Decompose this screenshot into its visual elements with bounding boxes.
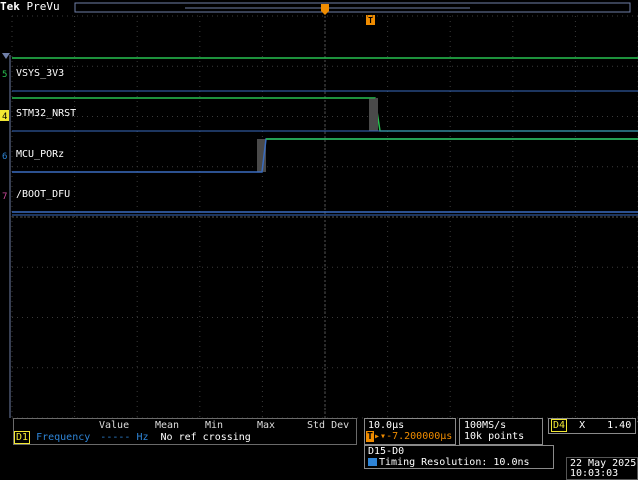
timebase-offset-row: T▸▾-7.200000µs — [366, 431, 452, 442]
trigger-source-badge: D4 — [551, 419, 568, 432]
ch7-marker[interactable]: 7 — [2, 192, 7, 202]
meas-header-max: Max — [257, 420, 276, 431]
waveform-display[interactable]: T 5 4 6 7 — [0, 0, 638, 480]
label-stm32-nrst: STM32_NRST — [16, 108, 77, 119]
bus-timing-row: Timing Resolution: 10.0ns — [368, 457, 530, 468]
label-boot-dfu: /BOOT_DFU — [16, 189, 71, 200]
trigger-slope-icon: X — [579, 420, 586, 431]
trigger-row: D4 X 1.40 V — [551, 419, 638, 432]
label-vsys-3v3: VSYS_3V3 — [16, 68, 65, 79]
trace-mcu-porz[interactable] — [12, 138, 638, 173]
trigger-position-icon[interactable] — [321, 4, 329, 15]
sample-rate: 100MS/s — [464, 420, 507, 431]
graticule — [11, 15, 638, 419]
timebase-offset: -7.200000µs — [386, 431, 453, 442]
meas-dashes: ----- — [100, 432, 131, 443]
meas-unit: Hz — [136, 432, 149, 443]
bus-name: D15-D0 — [368, 446, 405, 457]
record-length: 10k points — [464, 431, 525, 442]
ch6-marker[interactable]: 6 — [2, 152, 7, 162]
nrst-transition-band — [369, 98, 378, 131]
ch5-marker[interactable]: 5 — [2, 70, 7, 80]
meas-source-badge[interactable]: D1 — [14, 431, 31, 444]
label-mcu-porz: MCU_PORz — [16, 149, 65, 160]
position-arrow-icon — [2, 53, 10, 59]
meas-type: Frequency — [36, 432, 91, 443]
meas-header-min: Min — [205, 420, 224, 431]
meas-row[interactable]: D1 Frequency ----- Hz No ref crossing — [14, 431, 251, 444]
time: 10:03:03 — [570, 468, 619, 479]
bus-timing: Timing Resolution: 10.0ns — [379, 457, 530, 468]
ch4-marker[interactable]: 4 — [2, 112, 7, 122]
meas-header-stddev: Std Dev — [307, 420, 350, 431]
timing-icon — [368, 458, 377, 466]
meas-status: No ref crossing — [160, 432, 251, 443]
timebase-trigger-icon: T — [366, 431, 375, 442]
channel-markers: 5 4 6 7 — [0, 70, 9, 202]
trigger-level: 1.40 V — [607, 420, 638, 431]
timebase-arrow-icon: ▸▾ — [374, 431, 387, 442]
timebase-scale: 10.0µs — [368, 420, 405, 431]
trigger-marker-text: T — [368, 16, 373, 25]
meas-header-value: Value — [99, 420, 130, 431]
meas-header-mean: Mean — [155, 420, 180, 431]
